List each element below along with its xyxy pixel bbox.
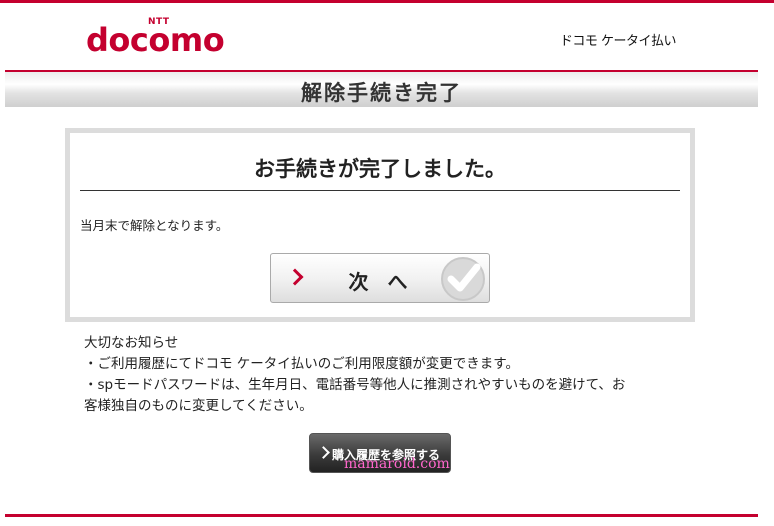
notice-item: 客様独自のものに変更してください。 [84,398,313,414]
logo-wordmark: docomo [86,21,225,59]
completion-message: 当月末で解除となります。 [80,218,229,233]
bottom-accent-line [5,514,758,517]
header: NTT docomo ドコモ ケータイ払い [0,3,774,69]
chevron-right-icon [317,446,330,459]
completion-panel: お手続きが完了しました。 当月末で解除となります。 次 へ [65,128,695,322]
important-notice: 大切なお知らせ ・ご利用履歴にてドコモ ケータイ払いのご利用限度額が変更できます… [84,333,684,417]
page-title: 解除手続き完了 [301,81,462,105]
checkmark-icon [441,257,485,301]
notice-heading: 大切なお知らせ [84,335,179,351]
completion-heading: お手続きが完了しました。 [254,157,506,181]
notice-item: ・ご利用履歴にてドコモ ケータイ払いのご利用限度額が変更できます。 [84,356,519,372]
service-name: ドコモ ケータイ払い [559,34,677,49]
title-bar: 解除手続き完了 [5,70,758,107]
watermark: mamaroid.com [344,456,450,472]
docomo-logo[interactable]: NTT docomo [86,17,226,61]
next-button[interactable]: 次 へ [270,253,490,303]
divider [80,190,680,191]
notice-item: ・spモードパスワードは、生年月日、電話番号等他人に推測されやすいものを避けて、… [84,377,626,393]
